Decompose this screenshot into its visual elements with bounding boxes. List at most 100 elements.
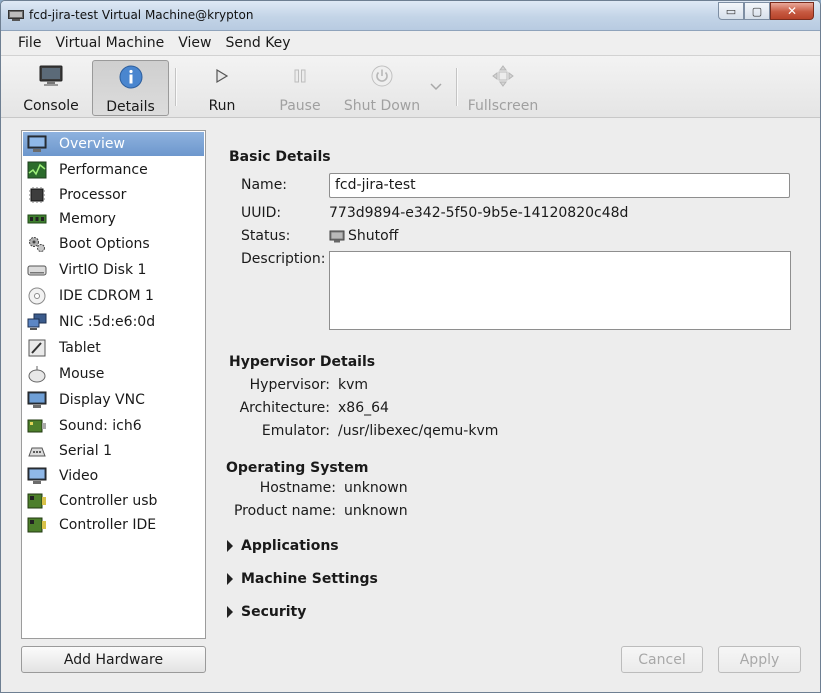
sidebar-item-boot-options[interactable]: Boot Options: [23, 232, 204, 256]
sidebar-item-performance[interactable]: Performance: [23, 158, 204, 182]
sidebar-item-ide-cdrom[interactable]: IDE CDROM 1: [23, 284, 204, 308]
sidebar-item-label: Performance: [59, 162, 148, 178]
security-expander[interactable]: Security: [227, 604, 306, 620]
fullscreen-button[interactable]: Fullscreen: [467, 60, 539, 116]
sidebar-item-tablet[interactable]: Tablet: [23, 336, 204, 360]
sound-icon: [26, 416, 48, 436]
sidebar-item-label: Memory: [59, 211, 116, 227]
sidebar-item-controller-ide[interactable]: Controller IDE: [23, 513, 204, 537]
menu-send-key[interactable]: Send Key: [218, 35, 297, 51]
controller-icon: [26, 491, 48, 511]
apply-button[interactable]: Apply: [718, 646, 801, 673]
toolbar-separator: [175, 68, 177, 106]
toolbar: Console Details Run Pause Shut Down Full…: [1, 55, 820, 118]
sidebar-item-label: Tablet: [59, 340, 101, 356]
hypervisor-value: kvm: [338, 377, 369, 393]
window-title: fcd-jira-test Virtual Machine@krypton: [29, 8, 254, 22]
close-icon[interactable]: ✕: [770, 2, 814, 20]
hypervisor-details-title: Hypervisor Details: [229, 354, 376, 370]
monitor-icon: [39, 65, 63, 86]
vm-app-icon: [8, 10, 24, 21]
sidebar-item-video[interactable]: Video: [23, 464, 204, 488]
pause-button[interactable]: Pause: [269, 60, 331, 116]
shutdown-label: Shut Down: [343, 98, 421, 114]
disk-icon: [26, 260, 48, 280]
sidebar-item-label: VirtIO Disk 1: [59, 262, 147, 278]
sidebar-item-label: Display VNC: [59, 392, 145, 408]
sidebar-item-display-vnc[interactable]: Display VNC: [23, 388, 204, 412]
console-button[interactable]: Console: [15, 60, 87, 116]
emulator-value: /usr/libexec/qemu-kvm: [338, 423, 499, 439]
product-name-value: unknown: [344, 503, 408, 519]
security-label: Security: [241, 604, 307, 620]
name-label: Name:: [241, 177, 288, 193]
memory-icon: [26, 209, 48, 229]
add-hardware-button[interactable]: Add Hardware: [21, 646, 206, 673]
sidebar-item-overview[interactable]: Overview: [23, 132, 204, 156]
sidebar-item-mouse[interactable]: Mouse: [23, 362, 204, 386]
menu-virtual-machine[interactable]: Virtual Machine: [48, 35, 171, 51]
description-label: Description:: [241, 251, 326, 267]
emulator-label: Emulator:: [261, 423, 330, 439]
sidebar-item-controller-usb[interactable]: Controller usb: [23, 489, 204, 513]
sidebar-item-serial[interactable]: Serial 1: [23, 439, 204, 463]
sidebar-item-label: NIC :5d:e6:0d: [59, 314, 156, 330]
architecture-value: x86_64: [338, 400, 389, 416]
mouse-icon: [26, 364, 48, 384]
uuid-value: 773d9894-e342-5f50-9b5e-14120820c48d: [329, 205, 629, 221]
machine-settings-expander[interactable]: Machine Settings: [227, 571, 378, 587]
fullscreen-label: Fullscreen: [467, 98, 539, 114]
details-button[interactable]: Details: [92, 60, 169, 116]
tablet-icon: [26, 338, 48, 358]
run-button[interactable]: Run: [191, 60, 253, 116]
name-input[interactable]: fcd-jira-test: [329, 173, 790, 198]
sidebar-item-label: Sound: ich6: [59, 418, 142, 434]
sidebar-item-label: Controller usb: [59, 493, 158, 509]
menu-file[interactable]: File: [11, 35, 48, 51]
shutdown-button[interactable]: Shut Down: [341, 60, 423, 116]
status-value: Shutoff: [329, 228, 398, 244]
maximize-icon[interactable]: ▢: [744, 2, 770, 20]
cancel-button[interactable]: Cancel: [621, 646, 703, 673]
status-label: Status:: [241, 228, 291, 244]
details-label: Details: [106, 99, 155, 115]
power-icon: [371, 65, 393, 87]
fullscreen-icon: [492, 65, 514, 87]
pause-icon: [294, 69, 306, 83]
minimize-icon[interactable]: ▭: [718, 2, 744, 20]
sidebar-item-memory[interactable]: Memory: [23, 207, 204, 231]
hypervisor-label: Hypervisor:: [249, 377, 330, 393]
applications-expander[interactable]: Applications: [227, 538, 339, 554]
architecture-label: Architecture:: [239, 400, 330, 416]
sidebar-item-label: Controller IDE: [59, 517, 157, 533]
toolbar-separator-2: [456, 68, 458, 106]
hardware-list: Overview Performance Processor Memory Bo…: [21, 130, 206, 639]
performance-icon: [26, 160, 48, 180]
sidebar-item-label: Processor: [59, 187, 127, 203]
hostname-label: Hostname:: [259, 480, 336, 496]
description-textarea[interactable]: [329, 251, 791, 330]
expander-arrow-icon: [227, 540, 233, 552]
expander-arrow-icon: [227, 606, 233, 618]
hostname-value: unknown: [344, 480, 408, 496]
play-icon: [216, 68, 229, 84]
applications-label: Applications: [241, 538, 339, 554]
chevron-down-icon: [430, 83, 442, 91]
sidebar-item-processor[interactable]: Processor: [23, 183, 204, 207]
sidebar-item-virtio-disk[interactable]: VirtIO Disk 1: [23, 258, 204, 282]
sidebar-item-label: Overview: [59, 136, 125, 152]
shutdown-menu-arrow[interactable]: [430, 80, 442, 95]
sidebar-item-label: Boot Options: [59, 236, 150, 252]
console-label: Console: [23, 98, 79, 114]
menu-view[interactable]: View: [171, 35, 218, 51]
sidebar-item-nic[interactable]: NIC :5d:e6:0d: [23, 310, 204, 334]
shutoff-icon: [329, 230, 345, 242]
network-icon: [26, 312, 48, 332]
cdrom-icon: [26, 286, 48, 306]
sidebar-item-sound[interactable]: Sound: ich6: [23, 414, 204, 438]
status-text: Shutoff: [348, 228, 399, 244]
video-icon: [26, 466, 48, 486]
title-bar[interactable]: fcd-jira-test Virtual Machine@krypton ▭ …: [1, 1, 820, 31]
serial-icon: [26, 441, 48, 461]
vm-window: fcd-jira-test Virtual Machine@krypton ▭ …: [0, 0, 821, 693]
